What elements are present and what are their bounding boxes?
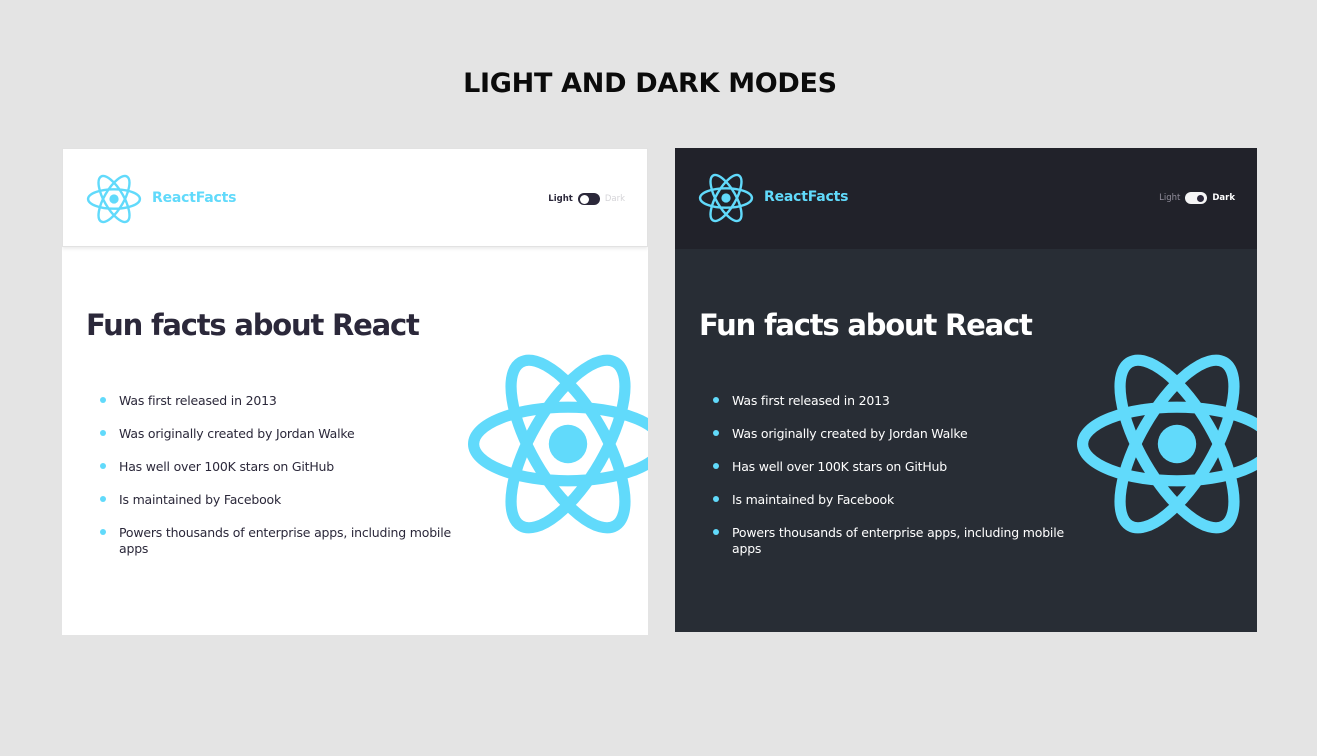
- facts-list: Was first released in 2013 Was originall…: [98, 393, 458, 574]
- toggle-knob: [579, 194, 589, 204]
- fact-text: Powers thousands of enterprise apps, inc…: [732, 525, 1064, 556]
- bullet-icon: [100, 430, 106, 436]
- theme-toggle: Light Dark: [1159, 191, 1235, 205]
- bullet-icon: [713, 430, 719, 436]
- list-item: Powers thousands of enterprise apps, inc…: [98, 525, 458, 557]
- brand-name[interactable]: ReactFacts: [152, 190, 236, 206]
- toggle-knob: [1196, 193, 1206, 203]
- light-mode-screenshot: ReactFacts Light Dark Fun facts about Re…: [62, 148, 648, 635]
- toggle-label-dark: Dark: [1212, 193, 1235, 203]
- toggle-label-light: Light: [1159, 193, 1181, 203]
- list-item: Has well over 100K stars on GitHub: [98, 459, 458, 475]
- bullet-icon: [713, 397, 719, 403]
- fact-text: Was first released in 2013: [119, 393, 277, 408]
- fact-text: Was originally created by Jordan Walke: [119, 426, 355, 441]
- bullet-icon: [713, 463, 719, 469]
- main-heading: Fun facts about React: [699, 308, 1033, 342]
- brand-name[interactable]: ReactFacts: [764, 189, 848, 205]
- fact-text: Was first released in 2013: [732, 393, 890, 408]
- theme-toggle-switch[interactable]: [1185, 192, 1208, 204]
- list-item: Has well over 100K stars on GitHub: [711, 459, 1071, 475]
- react-logo-icon: [698, 173, 754, 223]
- bullet-icon: [100, 496, 106, 502]
- toggle-label-light: Light: [548, 194, 573, 204]
- list-item: Was originally created by Jordan Walke: [711, 426, 1071, 442]
- fact-text: Has well over 100K stars on GitHub: [119, 459, 335, 474]
- list-item: Powers thousands of enterprise apps, inc…: [711, 525, 1071, 557]
- fact-text: Powers thousands of enterprise apps, inc…: [119, 525, 451, 556]
- dark-mode-screenshot: ReactFacts Light Dark Fun facts about Re…: [675, 148, 1257, 632]
- bullet-icon: [713, 496, 719, 502]
- react-logo-background-icon: [1077, 354, 1257, 534]
- main-heading: Fun facts about React: [86, 308, 420, 342]
- fact-text: Is maintained by Facebook: [119, 492, 281, 507]
- list-item: Was first released in 2013: [98, 393, 458, 409]
- list-item: Is maintained by Facebook: [711, 492, 1071, 508]
- navbar: ReactFacts Light Dark: [675, 148, 1257, 249]
- showcase-title: LIGHT AND DARK MODES: [463, 68, 837, 99]
- theme-toggle-switch[interactable]: [577, 193, 600, 205]
- bullet-icon: [100, 529, 106, 535]
- bullet-icon: [713, 529, 719, 535]
- toggle-label-dark: Dark: [604, 194, 625, 204]
- react-logo-background-icon: [468, 354, 648, 534]
- list-item: Is maintained by Facebook: [98, 492, 458, 508]
- fact-text: Was originally created by Jordan Walke: [732, 426, 968, 441]
- navbar: ReactFacts Light Dark: [62, 148, 648, 247]
- theme-toggle: Light Dark: [548, 192, 625, 206]
- fact-text: Is maintained by Facebook: [732, 492, 894, 507]
- bullet-icon: [100, 463, 106, 469]
- list-item: Was originally created by Jordan Walke: [98, 426, 458, 442]
- list-item: Was first released in 2013: [711, 393, 1071, 409]
- bullet-icon: [100, 397, 106, 403]
- facts-list: Was first released in 2013 Was originall…: [711, 393, 1071, 574]
- react-logo-icon: [86, 174, 142, 224]
- fact-text: Has well over 100K stars on GitHub: [732, 459, 948, 474]
